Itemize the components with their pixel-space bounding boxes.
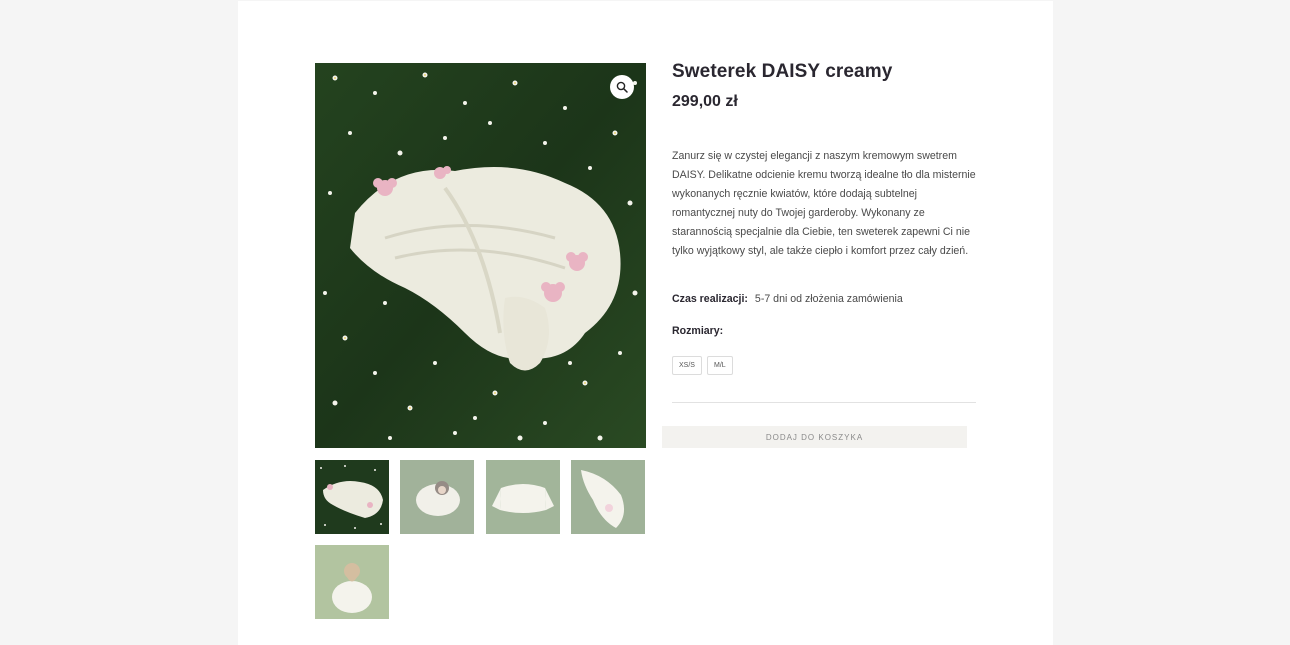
product-price: 299,00 zł [672,93,738,110]
product-description: Zanurz się w czystej elegancji z naszym … [672,150,976,257]
cardigan-photo [315,63,646,448]
zoom-button[interactable] [610,75,634,99]
gallery-thumbnail-5[interactable] [315,545,389,619]
lead-time: Czas realizacji: 5-7 dni od złożenia zam… [672,293,903,305]
gallery-thumbnail-2[interactable] [400,460,474,534]
lead-time-label: Czas realizacji: [672,293,748,305]
magnifier-icon [616,81,628,93]
lead-time-value: 5-7 dni od złożenia zamówienia [754,293,903,305]
product-page: Sweterek DAISY creamy 299,00 zł Zanurz s… [238,1,1053,645]
product-main-image[interactable] [315,63,646,448]
size-option-xs-s[interactable]: XS/S [672,356,702,375]
gallery-thumbnail-1[interactable] [315,460,389,534]
gallery-thumbnail-3[interactable] [486,460,560,534]
gallery-thumbnail-4[interactable] [571,460,645,534]
add-to-cart-button[interactable]: DODAJ DO KOSZYKA [662,426,967,448]
divider [672,402,976,403]
sizes-label: Rozmiary: [672,325,724,337]
size-option-m-l[interactable]: M/L [707,356,733,375]
product-title: Sweterek DAISY creamy [672,61,893,82]
